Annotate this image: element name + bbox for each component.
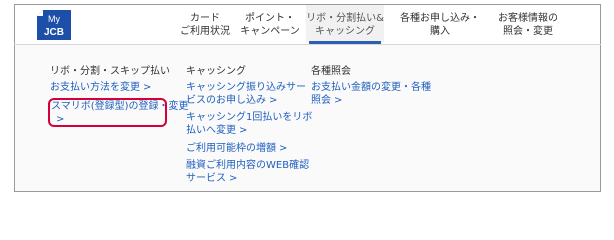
nav-applications-purchase[interactable]: 各種お申し込み・ 購入 [396,12,484,38]
highlight-box [48,98,167,127]
chevron-right-icon: > [239,125,248,136]
chevron-right-icon: > [229,173,238,184]
link-cashing-to-revolving[interactable]: キャッシング1回払いをリボ 払いへ変更 > [186,111,312,137]
nav-label-line1: カード [190,13,220,24]
logo-jcb-text: JCB [44,27,64,38]
link-text-line2: 照会 [311,95,331,106]
chevron-right-icon: > [279,143,288,154]
link-payment-amount-change[interactable]: お支払い金額の変更・各種 照会 > [311,81,431,107]
nav-revolving-cashing[interactable]: リボ・分割払い& キャッシング [306,5,384,42]
nav-label-line2: 購入 [430,26,450,37]
link-increase-limit[interactable]: ご利用可能枠の増額 > [186,142,287,155]
nav-points-campaign[interactable]: ポイント・ キャンペーン [240,12,300,38]
link-loan-web-confirmation[interactable]: 融資ご利用内容のWEB確認 サービス > [186,159,309,185]
nav-label-line2: キャッシング [315,26,375,37]
nav-label-line1: ポイント・ [245,13,295,24]
chevron-right-icon: > [143,82,152,93]
nav-label-line2: キャンペーン [240,26,300,37]
col-title-inquiries: 各種照会 [311,66,351,77]
nav-label-line2: ご利用状況 [180,26,230,37]
link-text-line1: キャッシング1回払いをリボ [186,112,313,123]
myjcb-logo[interactable]: My JCB [37,10,71,40]
nav-label-line1: お客様情報の [498,13,558,24]
nav-customer-info[interactable]: お客様情報の 照会・変更 [488,12,568,38]
link-text-line1: お支払い金額の変更・各種 [311,82,431,93]
link-text-line2: 払いへ変更 [186,125,236,136]
nav-card-usage[interactable]: カード ご利用状況 [176,12,234,38]
col-title-revolving: リボ・分割・スキップ払い [50,66,170,77]
link-text-line1: 融資ご利用内容のWEB確認 [186,160,310,171]
link-text-line2: ビスのお申し込み [186,95,266,106]
nav-label-line1: リボ・分割払い& [306,13,384,24]
col-title-cashing: キャッシング [186,66,246,77]
link-change-payment-method[interactable]: お支払い方法を変更 > [50,81,151,94]
nav-label-line1: 各種お申し込み・ [400,13,480,24]
chevron-right-icon: > [269,95,278,106]
link-text-line2: サービス [186,173,226,184]
link-text-line1: キャッシング振り込みサー [186,82,306,93]
chevron-right-icon: > [334,95,343,106]
nav-label-line2: 照会・変更 [503,26,553,37]
logo-my-text: My [48,14,60,24]
link-text: お支払い方法を変更 [50,82,140,93]
link-text: ご利用可能枠の増額 [186,143,276,154]
link-cashing-transfer-service[interactable]: キャッシング振り込みサー ビスのお申し込み > [186,81,306,107]
